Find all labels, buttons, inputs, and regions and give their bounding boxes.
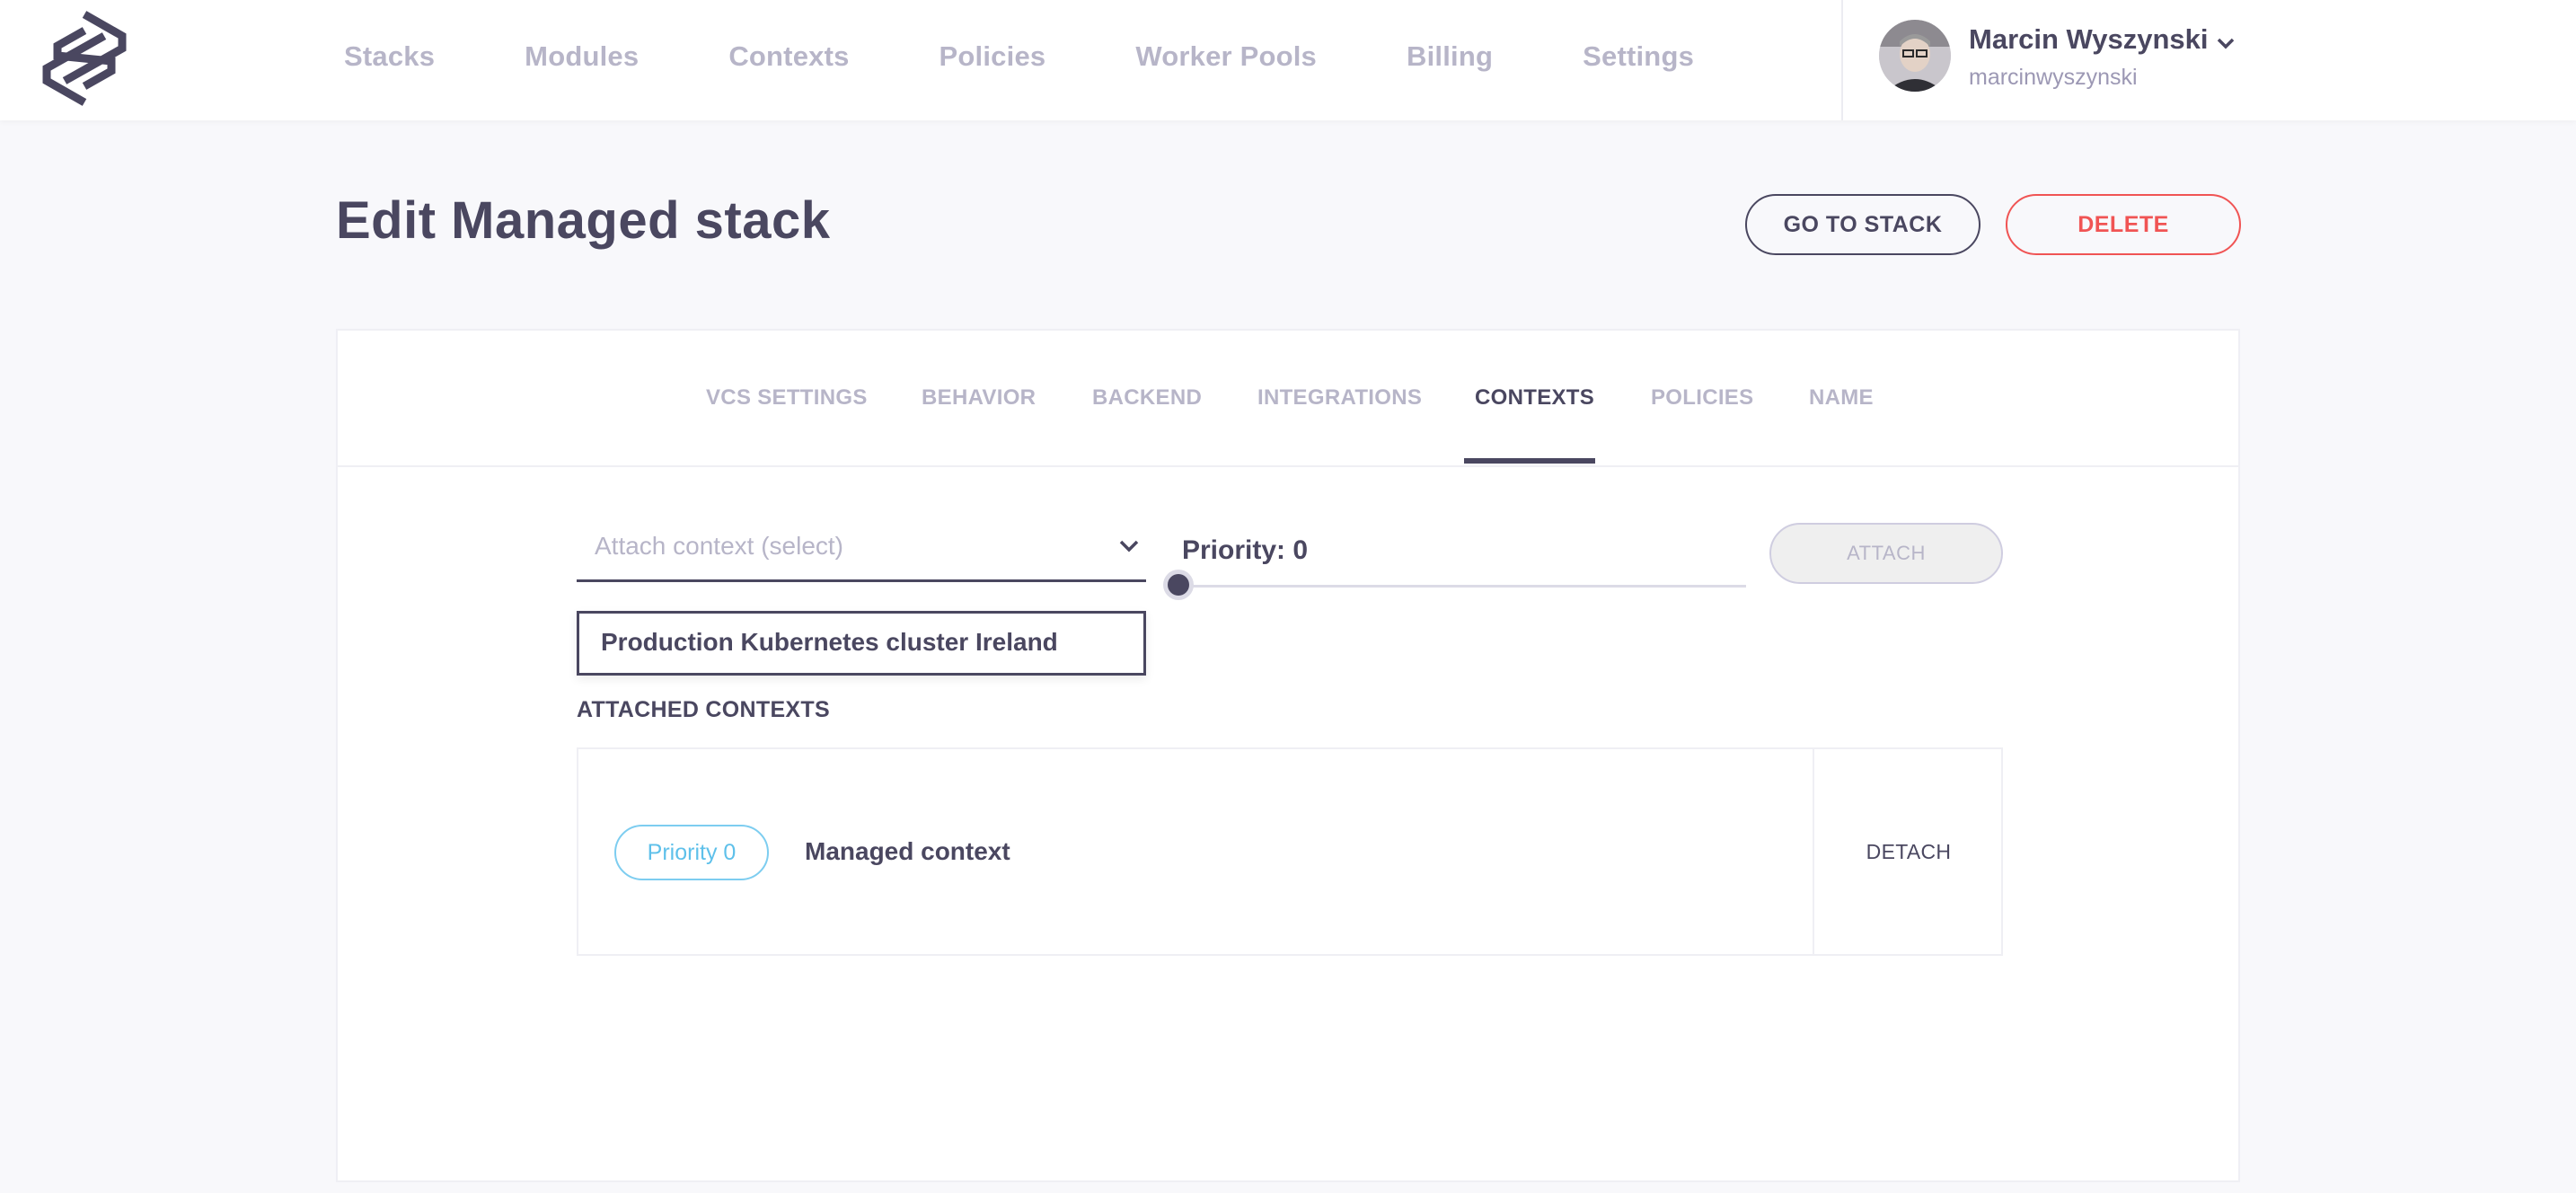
chevron-down-icon (1119, 540, 1139, 552)
go-to-stack-button[interactable]: GO TO STACK (1745, 194, 1981, 255)
nav-item-policies[interactable]: Policies (940, 40, 1046, 73)
tab-contexts[interactable]: CONTEXTS (1475, 331, 1594, 465)
context-dropdown-option[interactable]: Production Kubernetes cluster Ireland (577, 611, 1146, 676)
tab-backend[interactable]: BACKEND (1092, 331, 1202, 465)
dropdown-option-label: Production Kubernetes cluster Ireland (601, 628, 1058, 656)
nav-item-modules[interactable]: Modules (525, 40, 639, 73)
spacelift-logo-icon[interactable] (40, 9, 129, 108)
chevron-down-icon[interactable] (2213, 31, 2238, 56)
nav-item-settings[interactable]: Settings (1583, 40, 1694, 73)
attach-context-select[interactable]: Attach context (select) (577, 517, 1146, 582)
tab-vcs-settings[interactable]: VCS SETTINGS (706, 331, 868, 465)
main-nav: Stacks Modules Contexts Policies Worker … (344, 0, 1784, 113)
attach-context-placeholder: Attach context (select) (595, 532, 844, 560)
tab-policies[interactable]: POLICIES (1651, 331, 1753, 465)
attached-context-row: Priority 0 Managed context DETACH (577, 747, 2003, 956)
tab-name[interactable]: NAME (1809, 331, 1874, 465)
nav-item-stacks[interactable]: Stacks (344, 40, 435, 73)
user-menu[interactable]: Marcin Wyszynski marcinwyszynski (1879, 20, 2346, 95)
avatar (1879, 20, 1951, 92)
priority-label: Priority: 0 (1182, 535, 1309, 565)
attached-contexts-heading: ATTACHED CONTEXTS (577, 697, 830, 722)
context-name[interactable]: Managed context (805, 837, 1010, 866)
edit-stack-card: VCS SETTINGS BEHAVIOR BACKEND INTEGRATIO… (336, 329, 2240, 1182)
settings-tabs: VCS SETTINGS BEHAVIOR BACKEND INTEGRATIO… (338, 331, 2238, 467)
user-handle: marcinwyszynski (1969, 65, 2138, 90)
priority-slider-track[interactable] (1178, 585, 1746, 588)
nav-divider (1841, 0, 1843, 120)
priority-badge: Priority 0 (614, 825, 769, 880)
priority-slider-thumb[interactable] (1168, 574, 1189, 596)
tab-integrations[interactable]: INTEGRATIONS (1257, 331, 1422, 465)
active-tab-indicator (1464, 458, 1595, 464)
nav-item-contexts[interactable]: Contexts (728, 40, 849, 73)
tab-behavior[interactable]: BEHAVIOR (922, 331, 1036, 465)
detach-button[interactable]: DETACH (1814, 749, 2003, 954)
user-name: Marcin Wyszynski (1969, 23, 2209, 55)
nav-item-billing[interactable]: Billing (1407, 40, 1493, 73)
delete-button[interactable]: DELETE (2006, 194, 2241, 255)
nav-item-worker-pools[interactable]: Worker Pools (1135, 40, 1317, 73)
page-title: Edit Managed stack (336, 191, 831, 250)
attach-button[interactable]: ATTACH (1769, 523, 2003, 584)
top-navigation-bar: Stacks Modules Contexts Policies Worker … (0, 0, 2576, 120)
